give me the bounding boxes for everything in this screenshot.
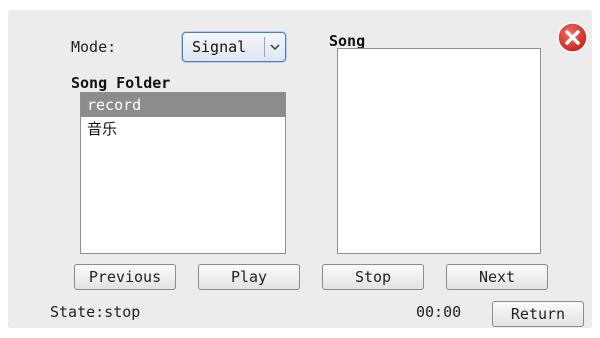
- mode-select-value: Signal: [192, 38, 247, 56]
- previous-button[interactable]: Previous: [74, 264, 176, 290]
- chevron-down-icon[interactable]: [264, 37, 285, 57]
- state-label: State:stop: [50, 303, 141, 321]
- song-folder-title: Song Folder: [71, 74, 171, 92]
- mode-select[interactable]: Signal: [182, 32, 286, 62]
- return-button[interactable]: Return: [492, 301, 584, 327]
- song-folder-item-record[interactable]: record: [81, 93, 285, 117]
- player-window: Mode: Signal Song Folder record 音乐 Song …: [8, 10, 592, 328]
- song-folder-list[interactable]: record 音乐: [80, 92, 286, 254]
- song-folder-item-music[interactable]: 音乐: [81, 117, 285, 141]
- mode-label: Mode:: [71, 38, 117, 56]
- next-button[interactable]: Next: [446, 264, 548, 290]
- close-icon[interactable]: [557, 22, 588, 53]
- time-display: 00:00: [416, 303, 462, 321]
- stop-button[interactable]: Stop: [322, 264, 424, 290]
- song-list[interactable]: [337, 48, 541, 254]
- play-button[interactable]: Play: [198, 264, 300, 290]
